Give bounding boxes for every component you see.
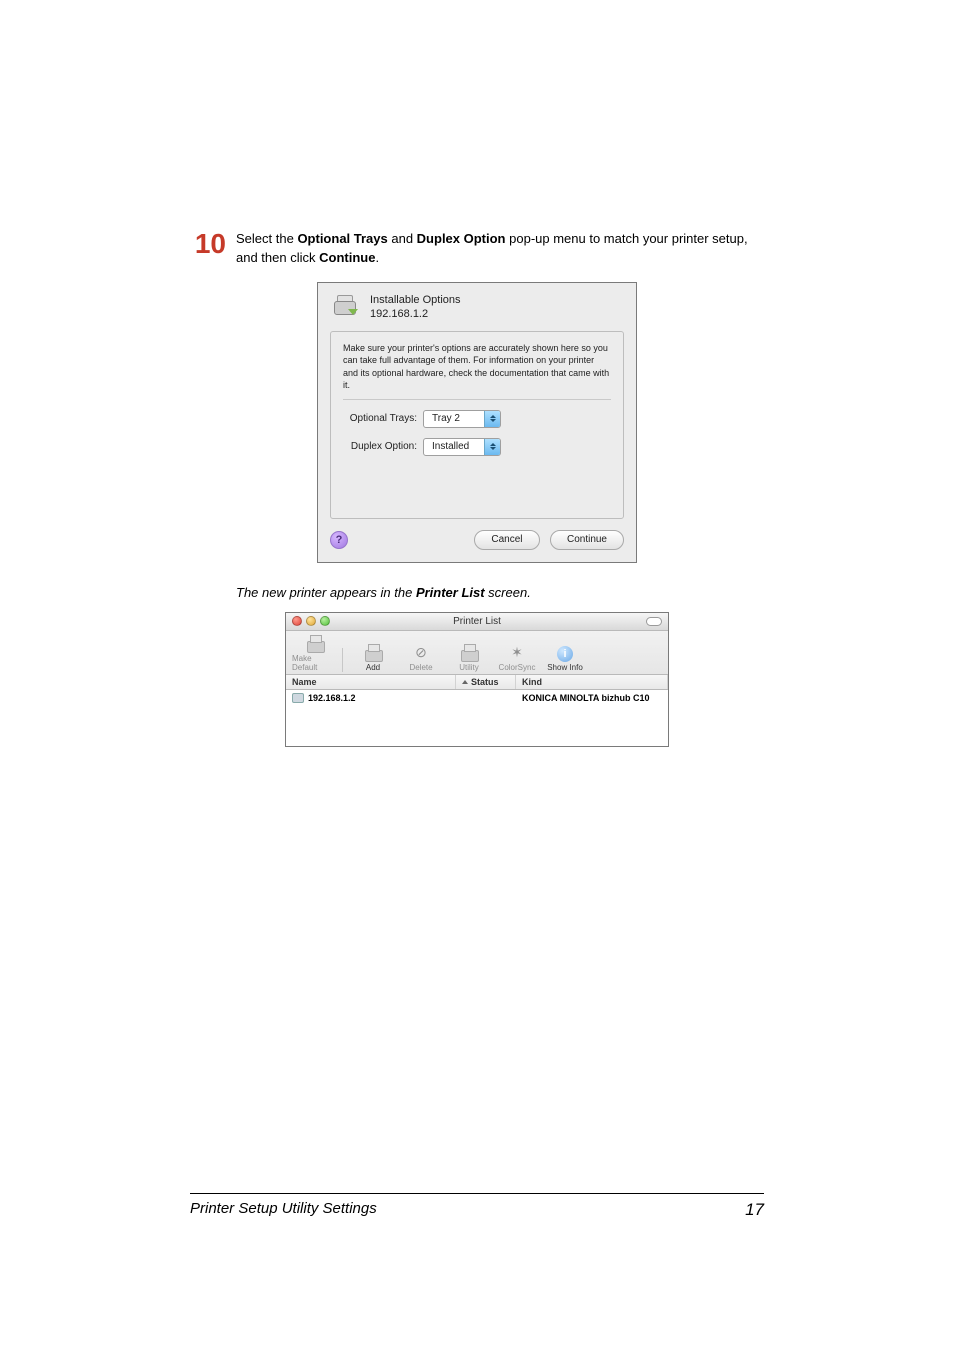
dialog-title: Installable Options (370, 293, 461, 307)
row-kind: KONICA MINOLTA bizhub C10 (522, 693, 662, 703)
column-header-status[interactable]: Status (456, 675, 516, 689)
table-row[interactable]: 192.168.1.2 KONICA MINOLTA bizhub C10 (286, 690, 668, 706)
info-icon: i (557, 646, 573, 662)
colorsync-button[interactable]: ✶ ColorSync (494, 644, 540, 672)
cancel-button[interactable]: Cancel (474, 530, 539, 550)
printer-icon (304, 635, 326, 653)
delete-button[interactable]: ⊘ Delete (398, 644, 444, 672)
result-caption: The new printer appears in the Printer L… (236, 585, 764, 600)
utility-button[interactable]: Utility (446, 644, 492, 672)
continue-button[interactable]: Continue (550, 530, 624, 550)
optional-trays-value: Tray 2 (424, 413, 484, 424)
toolbar-toggle-icon[interactable] (646, 617, 662, 626)
dialog-message: Make sure your printer's options are acc… (343, 342, 611, 400)
column-header-kind[interactable]: Kind (516, 675, 668, 689)
make-default-button[interactable]: Make Default (292, 635, 338, 672)
colorsync-icon: ✶ (506, 644, 528, 662)
column-header-name[interactable]: Name (286, 675, 456, 689)
duplex-option-label: Duplex Option: (343, 441, 417, 452)
printer-list-window: Printer List Make Default Add ⊘ Delete U… (285, 612, 669, 747)
dialog-subtitle: 192.168.1.2 (370, 307, 461, 321)
window-title: Printer List (286, 616, 668, 627)
step-instruction: Select the Optional Trays and Duplex Opt… (236, 230, 764, 268)
add-button[interactable]: Add (350, 644, 396, 672)
toolbar-separator (342, 648, 346, 672)
duplex-option-select[interactable]: Installed (423, 438, 501, 456)
select-stepper-icon[interactable] (484, 439, 500, 455)
row-name: 192.168.1.2 (308, 693, 356, 703)
show-info-button[interactable]: i Show Info (542, 646, 588, 672)
row-status (462, 693, 522, 703)
optional-trays-select[interactable]: Tray 2 (423, 410, 501, 428)
delete-icon: ⊘ (410, 644, 432, 662)
footer-title: Printer Setup Utility Settings (190, 1200, 377, 1220)
page-number: 17 (745, 1200, 764, 1220)
printer-icon (330, 293, 360, 321)
optional-trays-label: Optional Trays: (343, 413, 417, 424)
printer-small-icon (292, 693, 304, 703)
duplex-option-value: Installed (424, 441, 484, 452)
sort-ascending-icon (462, 680, 468, 684)
utility-icon (458, 644, 480, 662)
printer-add-icon (362, 644, 384, 662)
select-stepper-icon[interactable] (484, 411, 500, 427)
installable-options-dialog: Installable Options 192.168.1.2 Make sur… (317, 282, 637, 563)
help-button[interactable]: ? (330, 531, 348, 549)
step-number: 10 (190, 230, 226, 258)
